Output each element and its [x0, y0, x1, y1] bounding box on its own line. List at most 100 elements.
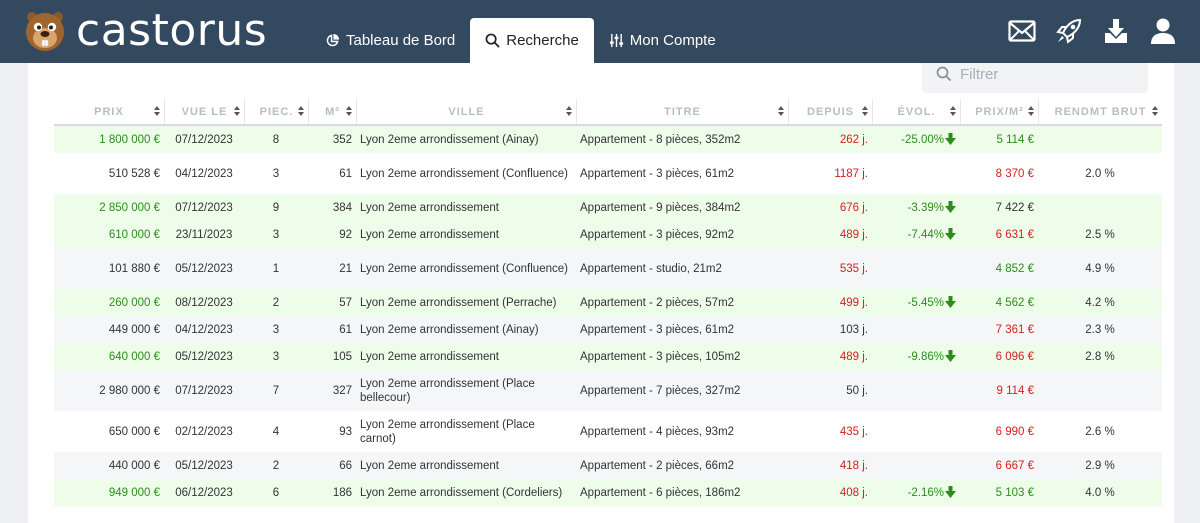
user-icon[interactable] [1146, 14, 1180, 48]
cell-ville: Lyon 2eme arrondissement (Perrache) [356, 289, 576, 316]
cell-ville-value: Lyon 2eme arrondissement (Ainay) [360, 323, 539, 336]
table-row[interactable]: 2 980 000 € 07/12/2023 7 327 Lyon 2eme arron… [54, 370, 1162, 411]
column-header-depuis[interactable]: DEPUIS [788, 99, 872, 126]
mail-icon[interactable] [1005, 14, 1039, 48]
cell-prix: 449 000 € [54, 316, 164, 343]
column-header-label: ÉVOL. [897, 105, 936, 118]
cell-pieces-value: 6 [272, 486, 280, 499]
cell-vue: 05/12/2023 [164, 248, 244, 289]
cell-pieces: 7 [244, 370, 308, 411]
cell-rendmt: 2.6 % [1038, 411, 1162, 452]
cell-prix-value: 949 000 € [108, 486, 160, 499]
cell-rendmt-value: 2.5 % [1085, 228, 1115, 241]
table-row[interactable]: 101 880 € 05/12/2023 1 21 Lyon 2eme arrondis… [54, 248, 1162, 289]
cell-prix-value: 260 000 € [108, 296, 160, 309]
cell-vue-value: 05/12/2023 [175, 350, 233, 363]
cell-prix: 510 528 € [54, 153, 164, 194]
cell-m2-value: 352 [332, 133, 352, 146]
listings-table: PRIX VUE LE PIEC. M² VILLE TITRE DEPUIS ÉVOL. PR… [54, 99, 1162, 506]
sort-icon [566, 106, 572, 116]
cell-titre: Appartement - 3 pièces, 105m2 [576, 343, 788, 370]
sliders-icon [609, 33, 623, 48]
sort-icon [346, 106, 352, 116]
tab-mon-compte[interactable]: Mon Compte [594, 18, 731, 63]
table-row[interactable]: 440 000 € 05/12/2023 2 66 Lyon 2eme arrondis… [54, 452, 1162, 479]
column-header-pieces[interactable]: PIEC. [244, 99, 308, 126]
table-row[interactable]: 640 000 € 05/12/2023 3 105 Lyon 2eme arrondi… [54, 343, 1162, 370]
table-row[interactable]: 1 800 000 € 07/12/2023 8 352 Lyon 2eme arron… [54, 126, 1162, 153]
results-panel: PRIX VUE LE PIEC. M² VILLE TITRE DEPUIS ÉVOL. PR… [28, 55, 1174, 523]
cell-prixm2: 7 422 € [960, 194, 1038, 221]
cell-titre: Appartement - 6 pièces, 186m2 [576, 479, 788, 506]
cell-titre: Appartement - studio, 21m2 [576, 248, 788, 289]
search-icon [485, 33, 500, 48]
cell-depuis: 262 j. [788, 126, 872, 153]
table-body: 1 800 000 € 07/12/2023 8 352 Lyon 2eme arron… [54, 126, 1162, 506]
column-header-prix[interactable]: PRIX [54, 99, 164, 126]
column-header-label: PRIX [94, 105, 124, 118]
cell-titre: Appartement - 3 pièces, 61m2 [576, 153, 788, 194]
logo[interactable]: castorus [22, 6, 267, 56]
cell-vue-value: 04/12/2023 [175, 323, 233, 336]
cell-pieces: 2 [244, 289, 308, 316]
column-header-ville[interactable]: VILLE [356, 99, 576, 126]
cell-depuis-value: 535 j. [839, 262, 868, 275]
table-row[interactable]: 449 000 € 04/12/2023 3 61 Lyon 2eme arrondis… [54, 316, 1162, 343]
cell-rendmt-value: 2.3 % [1085, 323, 1115, 336]
table-header-row: PRIX VUE LE PIEC. M² VILLE TITRE DEPUIS ÉVOL. PR… [54, 99, 1162, 126]
table-row[interactable]: 260 000 € 08/12/2023 2 57 Lyon 2eme arrondis… [54, 289, 1162, 316]
cell-prixm2: 4 562 € [960, 289, 1038, 316]
cell-vue-value: 04/12/2023 [175, 167, 233, 180]
tab-label: Tableau de Bord [346, 32, 456, 49]
arrow-down-icon [945, 132, 956, 145]
column-header-m2[interactable]: M² [308, 99, 356, 126]
cell-depuis-value: 489 j. [839, 350, 868, 363]
cell-prixm2: 5 114 € [960, 126, 1038, 153]
cell-m2-value: 186 [332, 486, 352, 499]
cell-evol: -9.86% [872, 343, 960, 370]
column-header-titre[interactable]: TITRE [576, 99, 788, 126]
cell-rendmt-value: 4.0 % [1085, 486, 1115, 499]
cell-prixm2-value: 6 667 € [995, 459, 1034, 472]
cell-vue-value: 05/12/2023 [175, 262, 233, 275]
table-row[interactable]: 510 528 € 04/12/2023 3 61 Lyon 2eme arrondis… [54, 153, 1162, 194]
tab-recherche[interactable]: Recherche [470, 18, 594, 63]
cell-depuis: 535 j. [788, 248, 872, 289]
cell-depuis-value: 499 j. [839, 296, 868, 309]
beaver-logo-icon [26, 12, 64, 51]
cell-depuis-value: 408 j. [839, 486, 868, 499]
cell-prix: 1 800 000 € [54, 126, 164, 153]
cell-prixm2: 5 103 € [960, 479, 1038, 506]
table-row[interactable]: 650 000 € 02/12/2023 4 93 Lyon 2eme arrondis… [54, 411, 1162, 452]
cell-titre: Appartement - 2 pièces, 66m2 [576, 452, 788, 479]
cell-m2-value: 384 [332, 201, 352, 214]
filter-input[interactable] [958, 64, 1132, 84]
cell-rendmt-value: 2.9 % [1085, 459, 1115, 472]
cell-evol-value: -7.44% [907, 228, 944, 241]
download-icon[interactable] [1099, 14, 1133, 48]
table-row[interactable]: 2 850 000 € 07/12/2023 9 384 Lyon 2eme arron… [54, 194, 1162, 221]
cell-m2-value: 21 [339, 262, 352, 275]
column-header-rendmt[interactable]: RENDMT BRUT [1038, 99, 1162, 126]
rocket-icon[interactable] [1052, 14, 1086, 48]
cell-pieces-value: 8 [272, 133, 280, 146]
tab-tableau-de-bord[interactable]: Tableau de Bord [310, 18, 470, 63]
cell-prix-value: 650 000 € [108, 425, 160, 438]
cell-titre-value: Appartement - 9 pièces, 384m2 [580, 201, 741, 214]
table-row[interactable]: 949 000 € 06/12/2023 6 186 Lyon 2eme arrondi… [54, 479, 1162, 506]
cell-ville: Lyon 2eme arrondissement [356, 221, 576, 248]
cell-prix: 2 850 000 € [54, 194, 164, 221]
cell-pieces-value: 3 [272, 350, 280, 363]
cell-ville-value: Lyon 2eme arrondissement (Ainay) [360, 133, 539, 146]
column-header-evol[interactable]: ÉVOL. [872, 99, 960, 126]
top-navigation-bar: castorus Tableau de Bord Recherche Mon C… [0, 0, 1200, 63]
cell-titre: Appartement - 2 pièces, 57m2 [576, 289, 788, 316]
cell-titre-value: Appartement - 6 pièces, 186m2 [580, 486, 741, 499]
sort-icon [234, 106, 240, 116]
column-header-prixm2[interactable]: PRIX/M² [960, 99, 1038, 126]
cell-prixm2-value: 9 114 € [996, 384, 1034, 397]
table-row[interactable]: 610 000 € 23/11/2023 3 92 Lyon 2eme arrondis… [54, 221, 1162, 248]
column-header-vue[interactable]: VUE LE [164, 99, 244, 126]
column-header-label: M² [325, 105, 340, 118]
cell-m2: 352 [308, 126, 356, 153]
